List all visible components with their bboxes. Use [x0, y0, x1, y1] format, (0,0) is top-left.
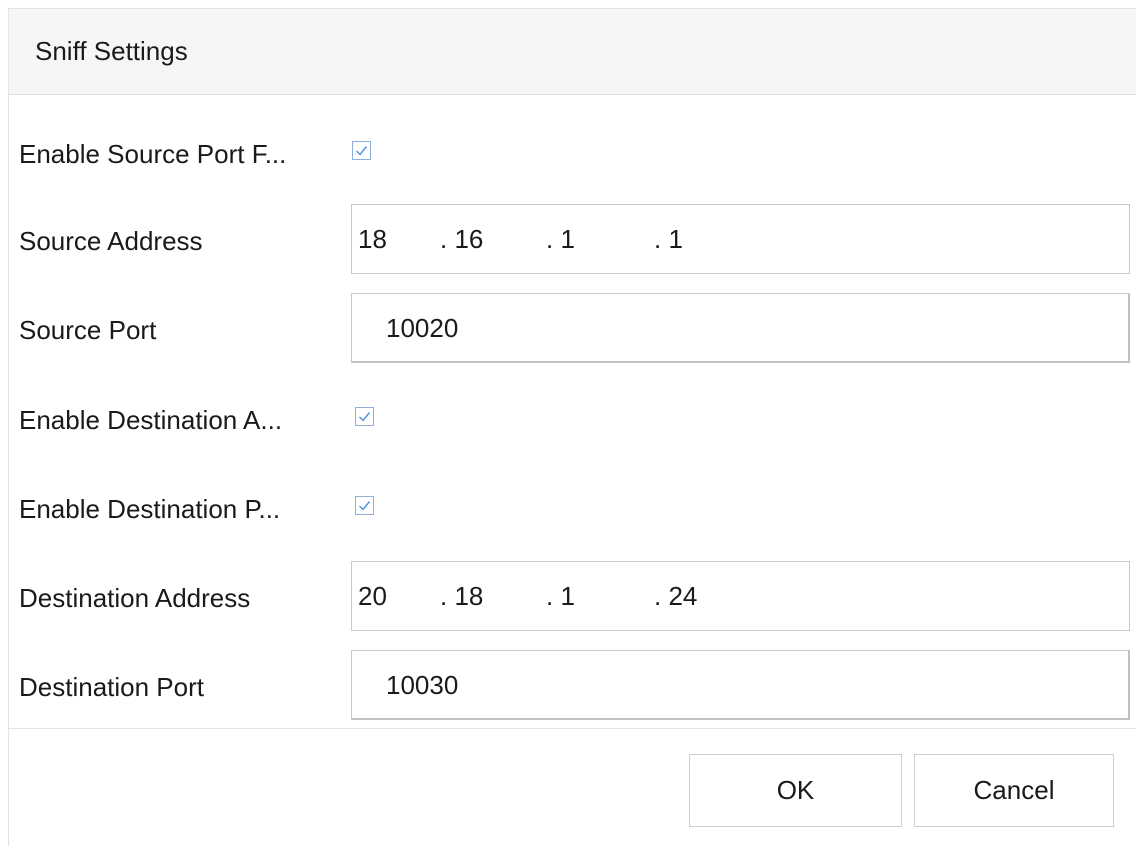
- destination-address-octet-1[interactable]: 20: [358, 580, 387, 612]
- destination-address-octet-3[interactable]: . 1: [546, 580, 575, 612]
- enable-destination-port-label: Enable Destination P...: [19, 494, 281, 524]
- enable-destination-address-checkbox[interactable]: [355, 407, 374, 426]
- source-address-input[interactable]: 18 . 16 . 1 . 1: [351, 204, 1130, 274]
- destination-port-label: Destination Port: [19, 672, 204, 702]
- source-address-octet-3[interactable]: . 1: [546, 223, 575, 255]
- checkmark-icon: [359, 501, 371, 511]
- destination-address-label: Destination Address: [19, 583, 251, 613]
- source-address-octet-2[interactable]: . 16: [440, 223, 483, 255]
- source-address-label: Source Address: [19, 226, 203, 256]
- destination-port-value: 10030: [386, 670, 459, 700]
- enable-source-port-checkbox[interactable]: [352, 141, 371, 160]
- cancel-button[interactable]: Cancel: [914, 754, 1114, 827]
- dialog-title-bar: Sniff Settings: [9, 9, 1136, 95]
- destination-address-input[interactable]: 20 . 18 . 1 . 24: [351, 561, 1130, 631]
- source-port-label: Source Port: [19, 315, 157, 345]
- source-port-value: 10020: [386, 313, 459, 343]
- enable-destination-address-label: Enable Destination A...: [19, 405, 283, 435]
- enable-destination-port-checkbox[interactable]: [355, 496, 374, 515]
- sniff-settings-dialog: Sniff Settings Enable Source Port F... S…: [8, 8, 1136, 846]
- dialog-title: Sniff Settings: [35, 36, 188, 66]
- destination-address-octet-4[interactable]: . 24: [654, 580, 697, 612]
- footer-divider: [9, 728, 1136, 729]
- source-port-input[interactable]: 10020: [351, 293, 1130, 363]
- checkmark-icon: [356, 146, 368, 156]
- ok-button[interactable]: OK: [689, 754, 902, 827]
- checkmark-icon: [359, 412, 371, 422]
- enable-source-port-label: Enable Source Port F...: [19, 139, 287, 169]
- source-address-octet-4[interactable]: . 1: [654, 223, 683, 255]
- destination-port-input[interactable]: 10030: [351, 650, 1130, 720]
- source-address-octet-1[interactable]: 18: [358, 223, 387, 255]
- destination-address-octet-2[interactable]: . 18: [440, 580, 483, 612]
